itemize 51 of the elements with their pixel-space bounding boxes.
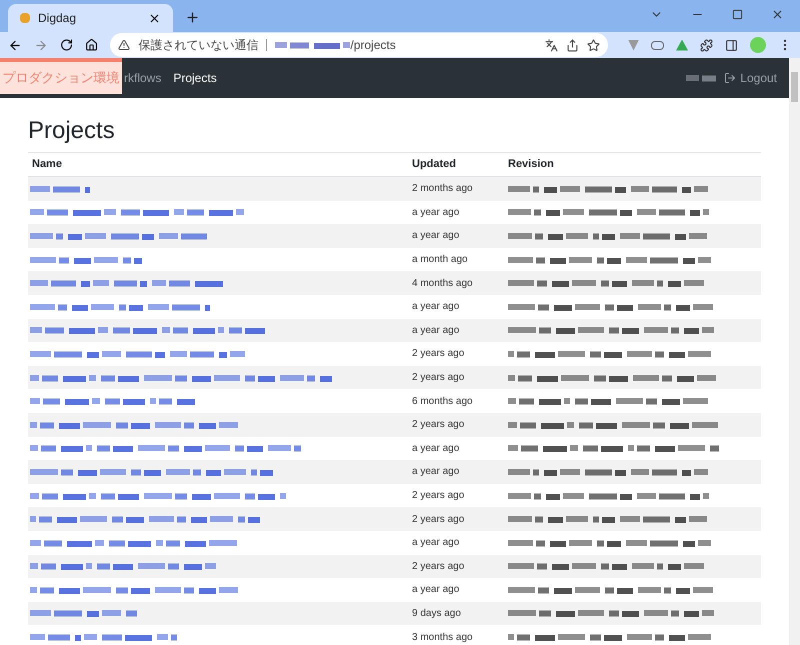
logout-link[interactable]: Logout bbox=[724, 69, 777, 87]
updated-cell-text: 2 years ago bbox=[411, 347, 466, 362]
updated-cell-text: 2 years ago bbox=[411, 371, 466, 386]
updated-cell-text: 6 months ago bbox=[411, 394, 474, 409]
updated-cell-text: a year ago bbox=[411, 583, 460, 598]
favicon-icon bbox=[20, 13, 30, 23]
security-label: 保護されていない通信 bbox=[138, 37, 258, 54]
close-icon[interactable] bbox=[771, 8, 784, 21]
updated-cell-text: 4 months ago bbox=[411, 276, 474, 291]
extension-icon[interactable] bbox=[651, 40, 664, 50]
updated-cell-text: a year ago bbox=[411, 206, 460, 220]
redacted-project-link-drawing bbox=[30, 184, 90, 194]
bookmark-icon[interactable] bbox=[587, 38, 600, 52]
updated-cell-text: 2 years ago bbox=[411, 512, 466, 527]
updated-cell-text: a year ago bbox=[411, 536, 460, 550]
home-icon[interactable] bbox=[85, 38, 98, 52]
browser-tab[interactable]: Digdag bbox=[8, 4, 173, 32]
nav-link[interactable]: rkflows bbox=[118, 69, 168, 87]
updated-cell-text: 9 days ago bbox=[411, 606, 462, 621]
column-header: Revision bbox=[507, 157, 555, 172]
environment-label: プロダクション環境 bbox=[2, 69, 120, 88]
scrollbar[interactable] bbox=[789, 58, 800, 645]
column-header: Updated bbox=[411, 157, 457, 172]
extensions-icon[interactable] bbox=[700, 38, 714, 52]
updated-cell-text: a year ago bbox=[411, 300, 460, 314]
translate-icon[interactable] bbox=[545, 38, 558, 52]
page-title: Projects bbox=[28, 116, 761, 153]
address-bar[interactable]: 保護されていない通信 /projects bbox=[110, 33, 608, 57]
redacted-user-drawing bbox=[686, 73, 716, 83]
reload-icon[interactable] bbox=[60, 38, 74, 52]
side-panel-icon[interactable] bbox=[725, 38, 738, 52]
tab-title: Digdag bbox=[38, 10, 78, 27]
nav-link[interactable]: Projects bbox=[167, 69, 223, 87]
column-header: Name bbox=[31, 157, 63, 172]
updated-cell-text: 3 months ago bbox=[411, 630, 474, 645]
new-tab-icon[interactable] bbox=[185, 10, 200, 25]
updated-cell-text: 2 months ago bbox=[411, 182, 474, 196]
updated-cell-text: a year ago bbox=[411, 442, 460, 456]
maximize-icon[interactable] bbox=[732, 9, 743, 20]
updated-cell-text: 2 years ago bbox=[411, 489, 466, 504]
logout-icon bbox=[724, 72, 736, 84]
url-path: /projects bbox=[350, 37, 396, 54]
updated-cell-text: 2 years ago bbox=[411, 560, 466, 574]
updated-cell-text: a year ago bbox=[411, 324, 460, 338]
updated-cell-text: 2 years ago bbox=[411, 418, 466, 432]
updated-cell-text: a year ago bbox=[411, 465, 460, 480]
updated-cell-text: a year ago bbox=[411, 229, 460, 244]
updated-cell-text: a month ago bbox=[411, 253, 469, 268]
close-icon[interactable] bbox=[148, 12, 161, 24]
share-icon[interactable] bbox=[566, 38, 580, 52]
warning-icon bbox=[118, 39, 130, 51]
